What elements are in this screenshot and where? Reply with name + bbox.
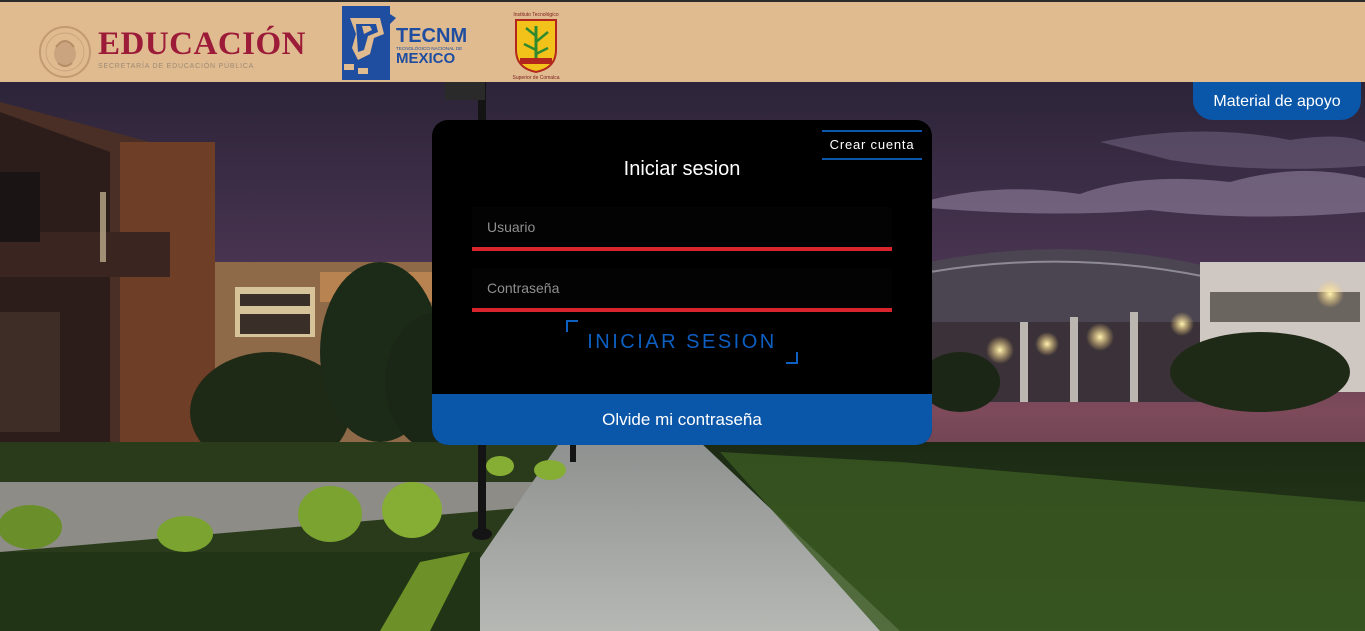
institute-logo: Instituto Tecnológico Superior de Comalc… [513,12,560,81]
username-input[interactable] [472,207,892,247]
header-bar: EDUCACIÓN SECRETARÍA DE EDUCACIÓN PÚBLIC… [0,2,1365,82]
corner-bottom-right-decoration [786,352,798,364]
material-de-apoyo-button[interactable]: Material de apoyo [1193,82,1361,120]
login-submit-label: INICIAR SESION [587,331,777,353]
password-input[interactable] [472,268,892,308]
sep-logo-text: EDUCACIÓN SECRETARÍA DE EDUCACIÓN PÚBLIC… [98,26,306,70]
login-card: Crear cuenta Iniciar sesion INICIAR SESI… [432,120,932,445]
forgot-password-button[interactable]: Olvide mi contraseña [432,394,932,445]
sep-seal-icon [39,26,91,78]
tecnm-logo: TECNM TECNOLÓGICO NACIONAL DE MEXICO [342,6,466,80]
username-field [472,207,892,251]
sep-title: EDUCACIÓN [98,26,307,62]
create-account-button[interactable]: Crear cuenta [822,130,922,160]
password-field [472,268,892,312]
login-submit-button[interactable]: INICIAR SESION [566,320,798,364]
institute-logo-bottom-text: Superior de Comalca [513,75,560,81]
login-title: Iniciar sesion [623,158,741,180]
tecnm-mexico: MEXICO [396,50,456,67]
tecnm-title: TECNM [396,25,466,47]
corner-top-left-decoration [566,320,578,332]
sep-subtitle: SECRETARÍA DE EDUCACIÓN PÚBLICA [98,63,255,70]
institute-logo-top-text: Instituto Tecnológico [513,12,558,18]
